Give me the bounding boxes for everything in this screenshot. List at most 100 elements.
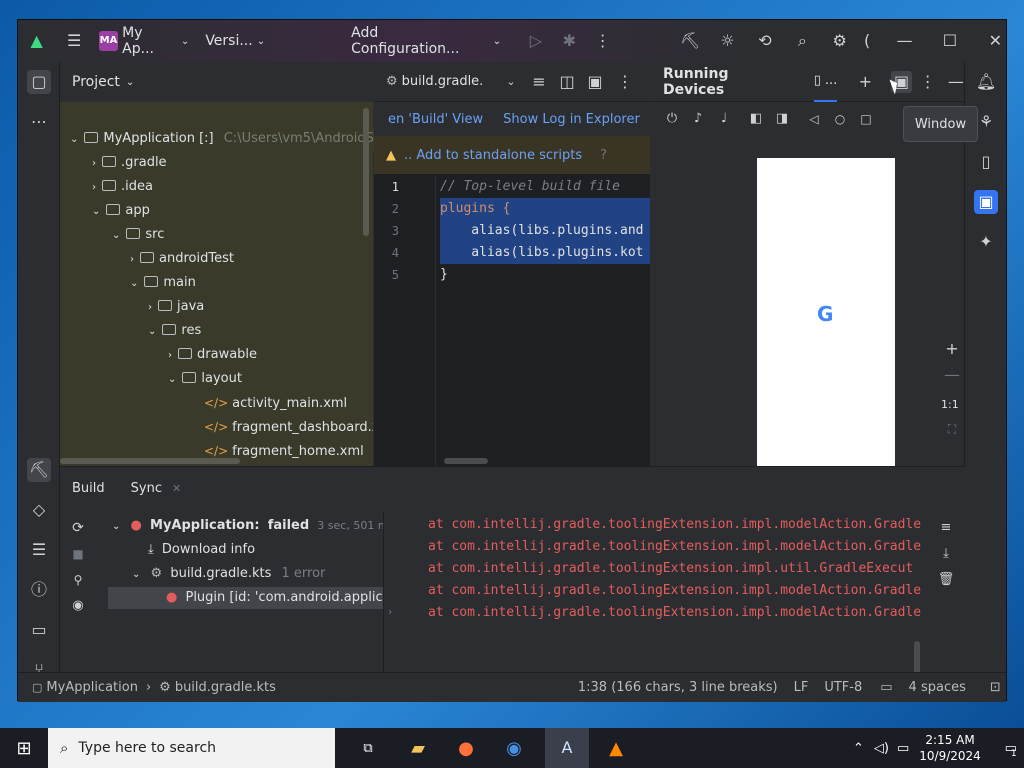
android-studio-icon[interactable]: A [545, 728, 589, 768]
rotate-left-icon[interactable]: ◧ [745, 108, 767, 130]
project-selector[interactable]: MA My Ap... ⌄ [91, 25, 198, 57]
bug-icon[interactable]: ☼ [717, 30, 738, 52]
tree-item[interactable]: ⌄ src [112, 224, 164, 246]
add-standalone-link[interactable]: .. Add to standalone scripts [404, 148, 582, 163]
maximize-icon[interactable]: ☐ [939, 30, 960, 52]
code-line[interactable]: alias(libs.plugins.kot [440, 242, 650, 264]
minimize-icon[interactable]: — [894, 30, 915, 52]
terminal-icon[interactable]: ▭ [27, 618, 51, 642]
build-tree-item[interactable]: ⤓ Download info [148, 539, 255, 561]
tree-item[interactable]: ⌄ res [148, 320, 201, 342]
soft-wrap-icon[interactable]: ≡ [935, 517, 957, 539]
preview-icon[interactable]: ▣ [584, 71, 606, 93]
build-tree-item[interactable]: ⌄ ⚙ build.gradle.kts 1 error [132, 563, 325, 585]
project-folder-icon[interactable]: ▢ [27, 70, 51, 94]
volume-icon[interactable]: ◁) [874, 741, 889, 756]
main-menu-icon[interactable]: ☰ [63, 30, 84, 52]
code-line[interactable]: alias(libs.plugins.and [440, 220, 650, 242]
rerun-icon[interactable]: ⟳ [67, 517, 89, 539]
fit-screen-icon[interactable]: ⛶ [941, 418, 963, 440]
chevron-up-icon[interactable]: ⌃ [853, 741, 864, 756]
vlc-icon[interactable]: ▲ [599, 738, 633, 759]
file-encoding[interactable]: UTF-8 [824, 680, 862, 695]
more-icon[interactable]: ⋮ [918, 71, 938, 93]
file-explorer-icon[interactable]: ▰ [401, 738, 435, 759]
tree-item[interactable]: › .idea [92, 176, 153, 198]
windows-start-icon[interactable]: ⊞ [0, 738, 48, 759]
vcs-selector[interactable]: Versi... ⌄ [197, 26, 273, 56]
pin-icon[interactable]: ⚲ [67, 569, 89, 591]
breadcrumb-file[interactable]: build.gradle.kts [175, 680, 276, 695]
tree-item[interactable]: </> activity_main.xml [204, 392, 347, 414]
tab-sync[interactable]: Sync [131, 481, 162, 496]
expand-icon[interactable]: › [388, 605, 392, 618]
minimize-panel-icon[interactable]: — [946, 71, 966, 93]
overview-icon[interactable]: □ [855, 108, 877, 130]
more-tools-icon[interactable]: ⋯ [27, 110, 51, 134]
run-icon[interactable]: ▷ [525, 30, 546, 52]
project-panel-header[interactable]: Project ⌄ [60, 62, 373, 102]
code-line[interactable]: // Top-level build file [440, 176, 650, 198]
tree-item[interactable]: ⌄ app [92, 200, 150, 222]
scroll-to-end-icon[interactable]: ⤓ [935, 543, 957, 565]
lock-icon[interactable]: ⊡ [990, 680, 1001, 695]
structure-icon[interactable]: ≡ [528, 71, 550, 93]
tree-item[interactable]: › java [148, 296, 204, 318]
device-tab[interactable]: ▯ ... [813, 62, 838, 102]
tree-item[interactable]: › androidTest [130, 248, 234, 270]
volume-up-icon[interactable]: ♪ [687, 108, 709, 130]
open-build-view-link[interactable]: en 'Build' View [388, 112, 483, 127]
clear-icon[interactable]: 🗑︎ [935, 569, 957, 591]
back-icon[interactable]: ◁ [803, 108, 825, 130]
tree-item-root[interactable]: ⌄ MyApplication [:] C:\Users\vm5\AndroidS [70, 128, 374, 150]
zoom-actual-label[interactable]: 1:1 [941, 398, 959, 411]
build-hammer-icon[interactable]: ⛏ [27, 458, 51, 482]
line-separator[interactable]: LF [794, 680, 809, 695]
device-manager-icon[interactable]: ▯ [974, 150, 998, 174]
horizontal-scrollbar[interactable] [60, 458, 240, 464]
horizontal-scrollbar[interactable] [444, 458, 488, 464]
caret-position[interactable]: 1:38 (166 chars, 3 line breaks) [578, 680, 778, 695]
code-line[interactable]: plugins { [440, 198, 650, 220]
taskbar-search[interactable]: ⌕ Type here to search [48, 728, 335, 768]
notifications-icon[interactable]: 🔔︎ [974, 70, 998, 94]
tree-item[interactable]: ⌄ layout [168, 368, 242, 390]
debug-icon[interactable]: ✱ [559, 30, 580, 52]
logcat-icon[interactable]: ☰ [27, 538, 51, 562]
power-icon[interactable]: ⏻ [661, 108, 683, 130]
tree-item[interactable]: › drawable [168, 344, 257, 366]
gemini-icon[interactable]: ✦ [974, 230, 998, 254]
device-screen[interactable]: G [757, 158, 895, 466]
vertical-scrollbar[interactable] [363, 108, 369, 236]
zoom-in-icon[interactable]: + [941, 338, 963, 360]
profile-icon[interactable]: ( [856, 30, 877, 52]
more-icon[interactable]: ⋮ [614, 71, 636, 93]
rotate-right-icon[interactable]: ◨ [771, 108, 793, 130]
add-icon[interactable]: + [855, 71, 875, 93]
home-icon[interactable]: ○ [829, 108, 851, 130]
task-view-icon[interactable]: ⧉ [351, 741, 385, 756]
eye-icon[interactable]: ◉ [67, 595, 89, 617]
tree-item[interactable]: </>fragment_dashboard.xml [204, 416, 373, 438]
tree-item[interactable]: ⌄ main [130, 272, 196, 294]
notification-center[interactable]: ▭ 1 [999, 741, 1023, 759]
sync-icon[interactable]: ⟲ [754, 30, 775, 52]
build-tool-icon[interactable]: ⛏ [679, 30, 700, 52]
build-tree-error[interactable]: ● Plugin [id: 'com.android.applicat [108, 587, 383, 609]
tab-build[interactable]: Build [72, 481, 105, 496]
chevron-down-icon[interactable]: ⌄ [500, 71, 522, 93]
stop-icon[interactable]: ■ [67, 543, 89, 565]
chrome-icon[interactable]: ◉ [497, 738, 531, 759]
settings-icon[interactable]: ⚙ [829, 30, 850, 52]
close-icon[interactable]: ✕ [172, 482, 181, 495]
running-devices-icon[interactable]: ▣ [974, 190, 998, 214]
show-log-link[interactable]: Show Log in Explorer [503, 112, 640, 127]
indent-setting[interactable]: 4 spaces [909, 680, 966, 695]
build-tree-root[interactable]: ⌄ ● MyApplication: failed 3 sec, 501 ms [112, 515, 383, 537]
problems-icon[interactable]: ⓘ [27, 578, 51, 602]
network-icon[interactable]: ▭ [897, 741, 909, 756]
editor-tab[interactable]: ⚙ build.gradle.kts [374, 74, 482, 89]
run-config-selector[interactable]: Add Configuration... ⌄ [343, 25, 509, 57]
firefox-icon[interactable]: ● [449, 738, 483, 759]
more-icon[interactable]: ⋮ [592, 30, 613, 52]
